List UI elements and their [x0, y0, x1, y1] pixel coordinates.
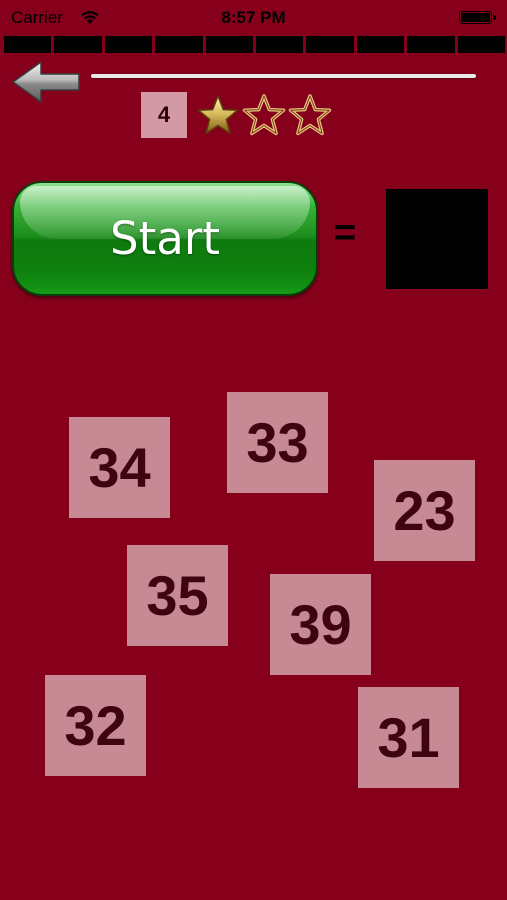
progress-segments [4, 36, 506, 53]
start-button[interactable]: Start [12, 181, 318, 296]
answer-box [386, 189, 488, 289]
number-tile[interactable]: 39 [270, 574, 371, 675]
progress-segment [256, 36, 304, 53]
progress-segment [155, 36, 203, 53]
number-tile[interactable]: 33 [227, 392, 328, 493]
progress-line [91, 74, 476, 78]
status-bar: Carrier 8:57 PM [0, 0, 507, 36]
progress-segment [4, 36, 52, 53]
star-empty-icon [242, 94, 286, 136]
back-arrow-icon[interactable] [11, 60, 81, 104]
progress-segment [356, 36, 405, 53]
star-filled-icon [197, 95, 239, 135]
number-tile[interactable]: 23 [374, 460, 475, 561]
battery-icon [459, 11, 492, 24]
number-tile[interactable]: 34 [69, 417, 170, 518]
start-button-label: Start [110, 212, 220, 265]
level-badge: 4 [141, 92, 187, 138]
progress-segment [205, 36, 254, 53]
number-tile[interactable]: 31 [358, 687, 459, 788]
clock-label: 8:57 PM [221, 8, 286, 27]
progress-segment [104, 36, 153, 53]
battery-tip [493, 15, 496, 20]
progress-segment [407, 36, 455, 53]
progress-segment [457, 36, 506, 53]
equals-sign: = [333, 212, 357, 254]
progress-segment [306, 36, 354, 53]
progress-segment [54, 36, 102, 53]
number-tile[interactable]: 35 [127, 545, 228, 646]
star-rating [196, 92, 332, 140]
star-empty-icon [288, 94, 332, 136]
number-tile[interactable]: 32 [45, 675, 146, 776]
